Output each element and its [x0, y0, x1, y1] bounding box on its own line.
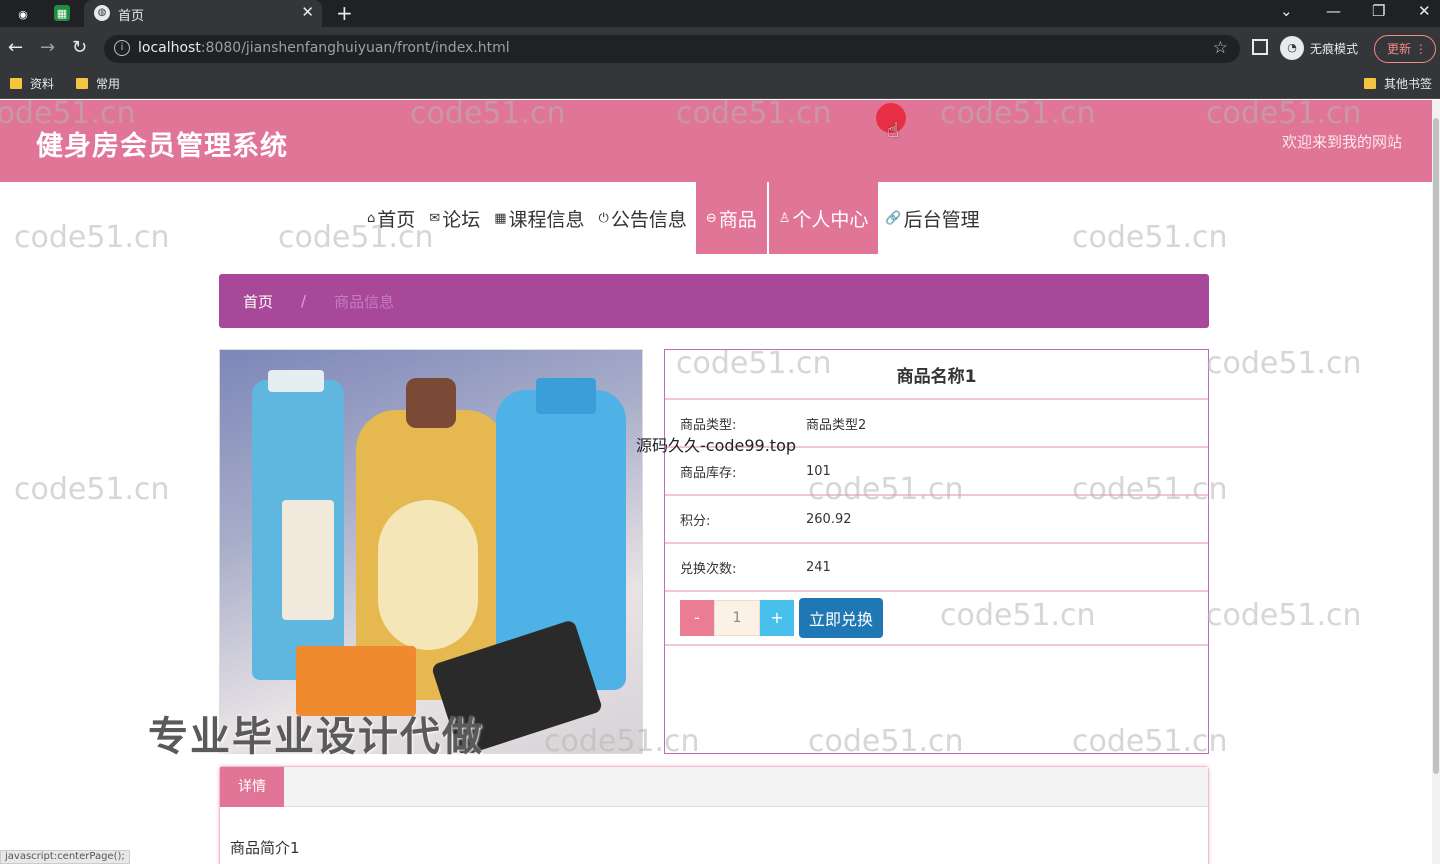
browser-tab-strip: ◉ ▦ ◍ 首页 ✕ + ⌄ — ❐ ✕ — [0, 0, 1440, 27]
quantity-increase-button[interactable]: + — [760, 600, 794, 636]
scrollbar-thumb[interactable] — [1433, 118, 1439, 774]
power-icon: ⏻ — [598, 210, 609, 226]
site-title: 健身房会员管理系统 — [36, 131, 288, 162]
back-icon[interactable]: ← — [8, 37, 23, 58]
browser-toolbar: ← → ↻ i localhost:8080/jianshenfanghuiyu… — [0, 27, 1440, 70]
incognito-icon: ◔ — [1280, 36, 1304, 60]
sheets-tab-icon[interactable]: ▦ — [54, 5, 70, 21]
breadcrumb-separator: / — [301, 292, 307, 310]
info-row-exchanges: 兑换次数: 241 — [665, 544, 1208, 592]
folder-icon — [10, 78, 22, 89]
product-image — [219, 349, 643, 754]
product-name: 商品名称1 — [665, 350, 1208, 400]
address-bar[interactable]: i localhost:8080/jianshenfanghuiyuan/fro… — [104, 35, 1240, 63]
detail-tabs: 详情 — [220, 767, 1208, 807]
mail-icon: ✉ — [429, 210, 441, 226]
watermark: code51.cn — [1206, 598, 1362, 633]
page-scrollbar[interactable] — [1432, 100, 1440, 864]
forward-icon[interactable]: → — [40, 37, 55, 58]
bookmark-folder-other[interactable]: 其他书签 — [1364, 75, 1432, 92]
chevron-down-icon[interactable]: ⌄ — [1280, 2, 1293, 20]
restore-icon[interactable]: ❐ — [1372, 2, 1385, 20]
globe-icon: ◍ — [94, 5, 110, 21]
info-row-points: 积分: 260.92 — [665, 496, 1208, 544]
watermark: code51.cn — [14, 472, 170, 507]
bookmark-folder-ziliao[interactable]: 资料 — [10, 75, 54, 92]
info-icon[interactable]: i — [114, 40, 130, 56]
exchange-actions: - + 立即兑换 — [665, 592, 1208, 646]
folder-icon — [76, 78, 88, 89]
browser-menu-icon[interactable]: ◉ — [14, 5, 32, 23]
calendar-icon: ▦ — [494, 210, 507, 226]
web-page: 健身房会员管理系统 欢迎来到我的网站 ⌂ 首页 ✉ 论坛 ▦ 课程信息 ⏻ 公告信息 ⊖… — [0, 100, 1440, 864]
nav-courses[interactable]: ▦ 课程信息 — [487, 182, 591, 254]
quantity-decrease-button[interactable]: - — [680, 600, 714, 636]
close-icon[interactable]: ✕ — [301, 3, 314, 21]
bookmarks-bar: 资料 常用 其他书签 — [0, 70, 1440, 99]
info-row-stock: 商品库存: 101 — [665, 448, 1208, 496]
home-icon: ⌂ — [367, 210, 376, 226]
sidebar-icon[interactable] — [1252, 39, 1268, 55]
link-icon: 🔗 — [885, 210, 902, 226]
breadcrumb: 首页 / 商品信息 — [219, 274, 1209, 328]
watermark: code51.cn — [1072, 220, 1228, 255]
update-button[interactable]: 更新 ⋮ — [1374, 35, 1436, 63]
reload-icon[interactable]: ↻ — [72, 37, 87, 58]
product-description: 商品简介1 — [230, 839, 300, 857]
nav-profile[interactable]: ♙ 个人中心 — [768, 182, 879, 254]
new-tab-icon[interactable]: + — [336, 1, 353, 25]
tab-home[interactable]: ◍ 首页 ✕ — [84, 0, 322, 27]
coin-icon: ⊖ — [705, 210, 717, 226]
nav-home[interactable]: ⌂ 首页 — [360, 182, 422, 254]
main-nav: ⌂ 首页 ✉ 论坛 ▦ 课程信息 ⏻ 公告信息 ⊖ 商品 ♙ 个人中心 🔗 后台管理 — [360, 182, 987, 254]
nav-admin[interactable]: 🔗 后台管理 — [878, 182, 986, 254]
nav-forum[interactable]: ✉ 论坛 — [422, 182, 487, 254]
watermark: code51.cn — [1206, 346, 1362, 381]
profile-label: 无痕模式 — [1310, 41, 1359, 56]
tab-title: 首页 — [118, 9, 145, 24]
url-text: localhost:8080/jianshenfanghuiyuan/front… — [138, 40, 510, 56]
breadcrumb-home[interactable]: 首页 — [243, 291, 273, 312]
status-bar: javascript:centerPage(); — [0, 850, 130, 864]
welcome-text: 欢迎来到我的网站 — [1281, 133, 1402, 151]
incognito-profile[interactable]: ◔ 无痕模式 — [1280, 36, 1358, 60]
detail-panel: 详情 商品简介1 — [219, 766, 1209, 864]
minimize-icon[interactable]: — — [1326, 2, 1341, 20]
watermark: code51.cn — [14, 220, 170, 255]
window-close-icon[interactable]: ✕ — [1418, 2, 1431, 20]
tab-detail[interactable]: 详情 — [220, 767, 284, 807]
product-info: 商品名称1 商品类型: 商品类型2 商品库存: 101 积分: 260.92 兑换次数… — [664, 349, 1209, 754]
bookmark-folder-changyong[interactable]: 常用 — [76, 75, 120, 92]
nav-products[interactable]: ⊖ 商品 — [695, 182, 767, 254]
info-row-type: 商品类型: 商品类型2 — [665, 400, 1208, 448]
hand-cursor-icon: ☝ — [887, 118, 900, 142]
site-header: 健身房会员管理系统 欢迎来到我的网站 — [0, 100, 1432, 182]
folder-icon — [1364, 78, 1376, 89]
user-icon: ♙ — [778, 210, 791, 226]
breadcrumb-current: 商品信息 — [334, 292, 395, 311]
exchange-now-button[interactable]: 立即兑换 — [799, 598, 883, 638]
bookmark-star-icon[interactable]: ☆ — [1213, 38, 1228, 58]
quantity-input[interactable] — [714, 600, 760, 636]
nav-announcements[interactable]: ⏻ 公告信息 — [592, 182, 694, 254]
